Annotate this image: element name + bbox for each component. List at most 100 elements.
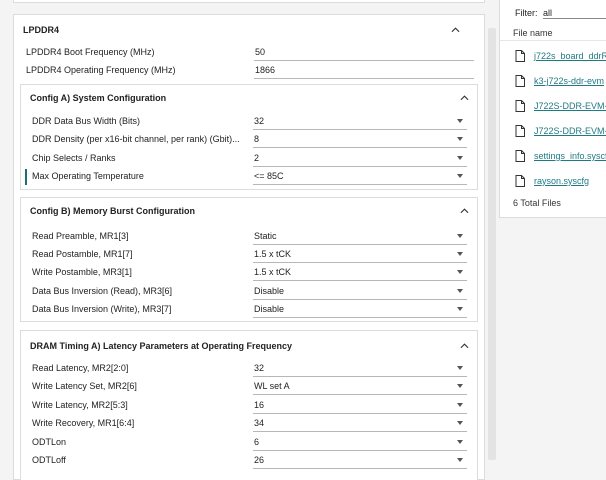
read-latency-label: Read Latency, MR2[2:0]: [32, 363, 129, 373]
write-postamble-select[interactable]: 1.5 x tCK: [253, 264, 467, 281]
read-preamble-label: Read Preamble, MR1[3]: [32, 231, 129, 241]
ddr-density-value: 8: [254, 134, 260, 144]
dropdown-arrow-icon: [457, 384, 463, 388]
odtlon-value: 6: [254, 437, 260, 447]
file-link[interactable]: settings_info.syscfg: [534, 151, 606, 161]
operating-frequency-input[interactable]: 1866: [254, 62, 474, 79]
file-item[interactable]: J722S-DDR-EVM-: [515, 122, 606, 140]
boot-frequency-label: LPDDR4 Boot Frequency (MHz): [26, 47, 155, 57]
config-a-header[interactable]: Config A) System Configuration: [21, 85, 477, 111]
odtlon-select[interactable]: 6: [253, 434, 467, 451]
collapse-chevron-icon[interactable]: [448, 23, 462, 37]
write-latency-set-label: Write Latency Set, MR2[6]: [32, 381, 137, 391]
dropdown-arrow-icon: [457, 252, 463, 256]
odtlon-row: ODTLon 6: [21, 434, 477, 452]
collapse-chevron-icon[interactable]: [457, 204, 471, 218]
collapse-chevron-icon[interactable]: [457, 91, 471, 105]
dropdown-arrow-icon: [457, 421, 463, 425]
lpddr4-card: LPDDR4 LPDDR4 Boot Frequency (MHz) 50 LP…: [13, 14, 485, 480]
data-bus-width-select[interactable]: 32: [253, 113, 467, 130]
read-preamble-select[interactable]: Static: [253, 228, 467, 245]
file-link[interactable]: J722S-DDR-EVM-: [534, 101, 606, 111]
write-recovery-select[interactable]: 34: [253, 415, 467, 432]
operating-frequency-row: LPDDR4 Operating Frequency (MHz) 1866: [14, 62, 484, 80]
dram-timing-a-header[interactable]: DRAM Timing A) Latency Parameters at Ope…: [21, 333, 477, 359]
read-postamble-label: Read Postamble, MR1[7]: [32, 249, 133, 259]
dbi-read-label: Data Bus Inversion (Read), MR3[6]: [32, 286, 173, 296]
file-name-column-header[interactable]: File name: [513, 28, 553, 38]
dbi-write-select[interactable]: Disable: [253, 301, 467, 318]
file-item[interactable]: j722s_board_ddrReg: [515, 47, 606, 65]
write-latency-set-value: WL set A: [254, 381, 290, 391]
chip-selects-select[interactable]: 2: [253, 150, 467, 167]
write-latency-set-row: Write Latency Set, MR2[6] WL set A: [21, 378, 477, 396]
main-scrollbar[interactable]: [487, 0, 497, 480]
file-icon: [515, 175, 525, 187]
read-postamble-select[interactable]: 1.5 x tCK: [253, 246, 467, 263]
file-link[interactable]: rayson.syscfg: [534, 176, 589, 186]
lpddr4-header[interactable]: LPDDR4: [14, 17, 484, 43]
file-item[interactable]: settings_info.syscfg: [515, 147, 606, 165]
previous-card-edge: [13, 0, 485, 3]
chip-selects-row: Chip Selects / Ranks 2: [21, 150, 477, 168]
dropdown-arrow-icon: [457, 307, 463, 311]
odtloff-select[interactable]: 26: [253, 452, 467, 469]
max-temperature-select[interactable]: <= 85C: [253, 168, 467, 185]
ddr-density-label: DDR Density (per x16-bit channel, per ra…: [32, 134, 240, 144]
dropdown-arrow-icon: [457, 156, 463, 160]
read-latency-row: Read Latency, MR2[2:0] 32: [21, 360, 477, 378]
collapse-chevron-icon[interactable]: [457, 339, 471, 353]
odtloff-value: 26: [254, 455, 265, 465]
boot-frequency-row: LPDDR4 Boot Frequency (MHz) 50: [14, 44, 484, 62]
dram-timing-a-section: DRAM Timing A) Latency Parameters at Ope…: [20, 330, 478, 480]
file-item[interactable]: k3-j722s-ddr-evm: [515, 72, 604, 90]
header-divider: [500, 40, 606, 41]
write-latency-select[interactable]: 16: [253, 397, 467, 414]
file-item[interactable]: J722S-DDR-EVM-: [515, 97, 606, 115]
total-files-count: 6 Total Files: [513, 198, 561, 208]
dropdown-arrow-icon: [457, 137, 463, 141]
dbi-write-label: Data Bus Inversion (Write), MR3[7]: [32, 304, 172, 314]
filter-label: Filter:: [515, 8, 538, 18]
odtloff-row: ODTLoff 26: [21, 452, 477, 470]
config-b-section: Config B) Memory Burst Configuration Rea…: [20, 197, 478, 322]
config-a-section: Config A) System Configuration DDR Data …: [20, 84, 478, 190]
dropdown-arrow-icon: [457, 289, 463, 293]
operating-frequency-label: LPDDR4 Operating Frequency (MHz): [26, 65, 176, 75]
data-bus-width-value: 32: [254, 116, 265, 126]
dbi-read-value: Disable: [254, 286, 285, 296]
dropdown-arrow-icon: [457, 234, 463, 238]
chip-selects-label: Chip Selects / Ranks: [32, 153, 116, 163]
selection-marker: [25, 169, 27, 185]
config-b-header[interactable]: Config B) Memory Burst Configuration: [21, 198, 477, 224]
filter-input[interactable]: all: [543, 6, 606, 19]
read-preamble-value: Static: [254, 231, 277, 241]
dropdown-arrow-icon: [457, 403, 463, 407]
file-icon: [515, 50, 525, 62]
file-item[interactable]: rayson.syscfg: [515, 172, 589, 190]
data-bus-width-label: DDR Data Bus Width (Bits): [32, 116, 141, 126]
file-icon: [515, 100, 525, 112]
write-recovery-row: Write Recovery, MR1[6:4] 34: [21, 415, 477, 433]
dropdown-arrow-icon: [457, 174, 463, 178]
read-latency-select[interactable]: 32: [253, 360, 467, 377]
boot-frequency-input[interactable]: 50: [254, 44, 474, 61]
dropdown-arrow-icon: [457, 440, 463, 444]
file-link[interactable]: j722s_board_ddrReg: [534, 51, 606, 61]
dbi-write-value: Disable: [254, 304, 285, 314]
file-sidebar: Filter: all File name j722s_board_ddrReg…: [499, 0, 606, 480]
ddr-density-select[interactable]: 8: [253, 131, 467, 148]
data-bus-width-row: DDR Data Bus Width (Bits) 32: [21, 113, 477, 131]
dropdown-arrow-icon: [457, 270, 463, 274]
file-icon: [515, 75, 525, 87]
file-link[interactable]: J722S-DDR-EVM-: [534, 126, 606, 136]
scrollbar-thumb[interactable]: [488, 28, 496, 460]
file-link[interactable]: k3-j722s-ddr-evm: [534, 76, 604, 86]
max-temperature-row: Max Operating Temperature <= 85C: [21, 168, 477, 186]
write-latency-set-select[interactable]: WL set A: [253, 378, 467, 395]
max-temperature-label: Max Operating Temperature: [32, 171, 144, 181]
file-list-card: Filter: all File name j722s_board_ddrReg…: [499, 0, 606, 218]
read-postamble-value: 1.5 x tCK: [254, 249, 292, 259]
dbi-read-select[interactable]: Disable: [253, 283, 467, 300]
config-a-title: Config A) System Configuration: [30, 93, 167, 103]
